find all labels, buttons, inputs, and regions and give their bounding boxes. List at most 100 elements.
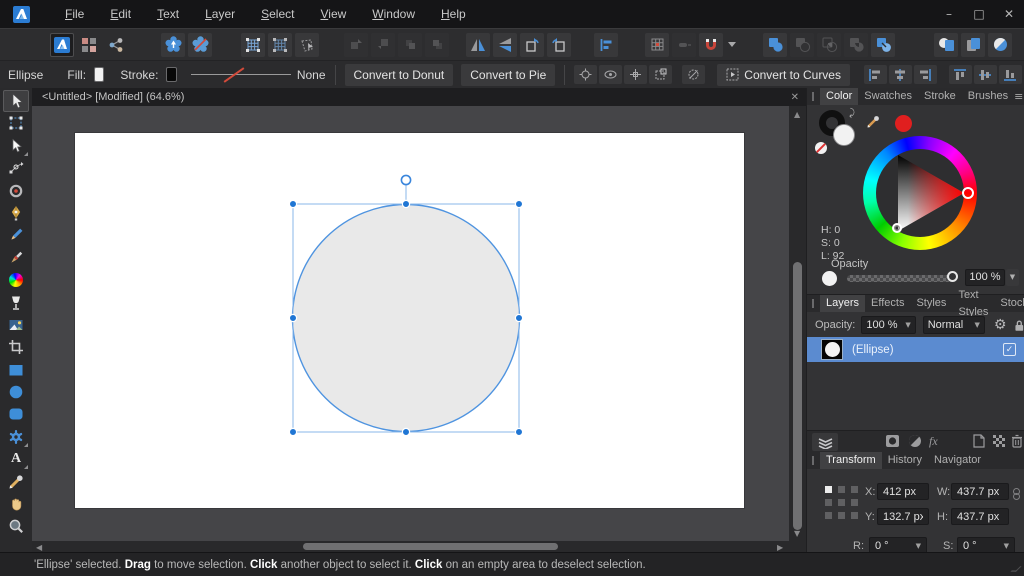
cog-shape-tool[interactable] xyxy=(3,426,29,448)
panel-menu-icon[interactable]: ≡ xyxy=(1014,90,1023,103)
new-pixel-layer-button[interactable] xyxy=(992,434,1006,451)
menu-edit[interactable]: Edit xyxy=(97,0,144,28)
opacity-slider-handle[interactable] xyxy=(947,271,958,282)
horizontal-scrollbar[interactable]: ◀ ▶ xyxy=(32,541,789,552)
flip-vertical-button[interactable] xyxy=(493,32,517,57)
tab-swatches[interactable]: Swatches xyxy=(858,88,918,105)
ellipse-shape[interactable] xyxy=(291,203,521,433)
artistic-text-tool[interactable]: A xyxy=(3,448,29,470)
arrange-to-back-button[interactable] xyxy=(425,32,449,57)
layers-opacity-dropdown[interactable]: 100 % ▼ xyxy=(861,316,916,334)
new-layer-button[interactable] xyxy=(973,434,985,451)
place-image-tool[interactable] xyxy=(3,314,29,336)
insert-vector-badge-button[interactable] xyxy=(161,32,185,57)
adjustment-layer-button[interactable] xyxy=(908,434,922,451)
canvas-viewport[interactable] xyxy=(32,106,789,541)
opacity-value-field[interactable]: 100 % xyxy=(965,269,1005,286)
align-bottom-button[interactable] xyxy=(998,65,1022,84)
menu-text[interactable]: Text xyxy=(144,0,192,28)
tab-layers[interactable]: Layers xyxy=(820,295,866,312)
align-left-button[interactable] xyxy=(863,65,887,84)
snapping-magnet-button[interactable] xyxy=(699,32,723,57)
panel-grip[interactable] xyxy=(812,92,814,101)
rotation-handle[interactable] xyxy=(400,174,412,186)
designer-persona-button[interactable] xyxy=(50,32,74,57)
view-tool[interactable] xyxy=(3,493,29,515)
layers-stack-button[interactable] xyxy=(812,433,838,451)
arrange-to-front-button[interactable] xyxy=(398,32,422,57)
close-icon[interactable]: ✕ xyxy=(994,0,1024,28)
pen-tool[interactable] xyxy=(3,202,29,224)
layer-visibility-checkbox[interactable]: ✓ xyxy=(1003,343,1016,356)
convert-to-pie-button[interactable]: Convert to Pie xyxy=(461,63,556,86)
align-right-button[interactable] xyxy=(913,65,937,84)
transform-x-input[interactable] xyxy=(877,483,929,500)
scroll-left-arrow[interactable]: ◀ xyxy=(36,543,42,552)
ellipse-selection[interactable] xyxy=(32,106,789,541)
tab-stock[interactable]: Stock xyxy=(994,295,1024,312)
arrange-move-forward-button[interactable] xyxy=(344,32,368,57)
vector-crop-tool[interactable] xyxy=(3,336,29,358)
tab-color[interactable]: Color xyxy=(820,88,859,105)
ellipse-tool[interactable] xyxy=(3,381,29,403)
boolean-subtract-button[interactable] xyxy=(790,32,814,57)
anchor-point-selector[interactable] xyxy=(825,486,858,519)
menu-select[interactable]: Select xyxy=(248,0,307,28)
tab-transform[interactable]: Transform xyxy=(820,452,882,469)
tab-close-icon[interactable]: ✕ xyxy=(791,92,799,103)
insert-on-top-button[interactable] xyxy=(961,32,985,57)
blend-options-gear-icon[interactable]: ⚙ xyxy=(994,317,1007,333)
mask-layer-button[interactable] xyxy=(885,434,900,451)
vector-brush-tool[interactable] xyxy=(3,247,29,269)
document-tab-title[interactable]: <Untitled> [Modified] (64.6%) xyxy=(42,91,184,103)
snap-pixel-grid-button[interactable] xyxy=(268,32,292,57)
fill-swatch[interactable] xyxy=(94,67,105,82)
menu-layer[interactable]: Layer xyxy=(192,0,248,28)
transform-w-input[interactable] xyxy=(951,483,1009,500)
snap-grid-button[interactable] xyxy=(241,32,265,57)
pixel-persona-button[interactable] xyxy=(77,33,101,57)
layer-row-ellipse[interactable]: (Ellipse) ✓ xyxy=(807,337,1024,362)
fill-tool[interactable] xyxy=(3,269,29,291)
no-colour-well[interactable] xyxy=(815,142,827,154)
scroll-right-arrow[interactable]: ▶ xyxy=(777,543,783,552)
hide-selection-button[interactable] xyxy=(682,65,706,84)
transform-h-input[interactable] xyxy=(951,508,1009,525)
boolean-xor-button[interactable] xyxy=(844,32,868,57)
triangle-selector[interactable] xyxy=(892,223,902,233)
stroke-width-control[interactable] xyxy=(190,66,291,84)
blend-mode-dropdown[interactable]: Normal ▼ xyxy=(922,316,985,334)
convert-to-curves-button[interactable]: Convert to Curves xyxy=(717,63,850,86)
stroke-swatch[interactable] xyxy=(166,67,177,82)
cycle-selection-box-button[interactable] xyxy=(649,65,673,84)
tab-navigator[interactable]: Navigator xyxy=(928,452,987,469)
rotate-cw-button[interactable] xyxy=(547,32,571,57)
layer-thumbnail[interactable] xyxy=(821,339,843,360)
align-top-button[interactable] xyxy=(948,65,972,84)
move-tool[interactable] xyxy=(3,90,29,112)
swap-colours-icon[interactable]: ⤸ xyxy=(849,108,855,119)
rectangle-tool[interactable] xyxy=(3,359,29,381)
boolean-add-button[interactable] xyxy=(763,32,787,57)
delete-layer-button[interactable] xyxy=(1011,434,1023,451)
link-dimensions-icon[interactable] xyxy=(1013,488,1020,500)
zoom-tool[interactable] xyxy=(3,515,29,537)
layer-effects-button[interactable]: fx xyxy=(929,434,938,449)
snapping-options-button[interactable] xyxy=(645,32,669,57)
maximize-icon[interactable]: □ xyxy=(964,0,994,28)
scroll-down-arrow[interactable]: ▼ xyxy=(794,529,800,538)
picked-colour-swatch[interactable] xyxy=(895,115,912,132)
window-resize-grip[interactable] xyxy=(1010,566,1022,572)
align-center-button[interactable] xyxy=(888,65,912,84)
snapping-candidates-button[interactable] xyxy=(672,32,696,57)
point-transform-tool[interactable] xyxy=(3,157,29,179)
alignment-button[interactable] xyxy=(594,32,618,57)
transform-y-input[interactable] xyxy=(877,508,929,525)
align-middle-button[interactable] xyxy=(973,65,997,84)
scroll-up-arrow[interactable]: ▲ xyxy=(794,110,800,119)
export-persona-button[interactable] xyxy=(104,33,128,57)
snapping-dropdown-arrow[interactable] xyxy=(726,33,738,57)
opacity-dropdown-arrow[interactable]: ▼ xyxy=(1006,269,1019,286)
tab-brushes[interactable]: Brushes xyxy=(962,88,1014,105)
artboard-tool[interactable] xyxy=(3,112,29,134)
